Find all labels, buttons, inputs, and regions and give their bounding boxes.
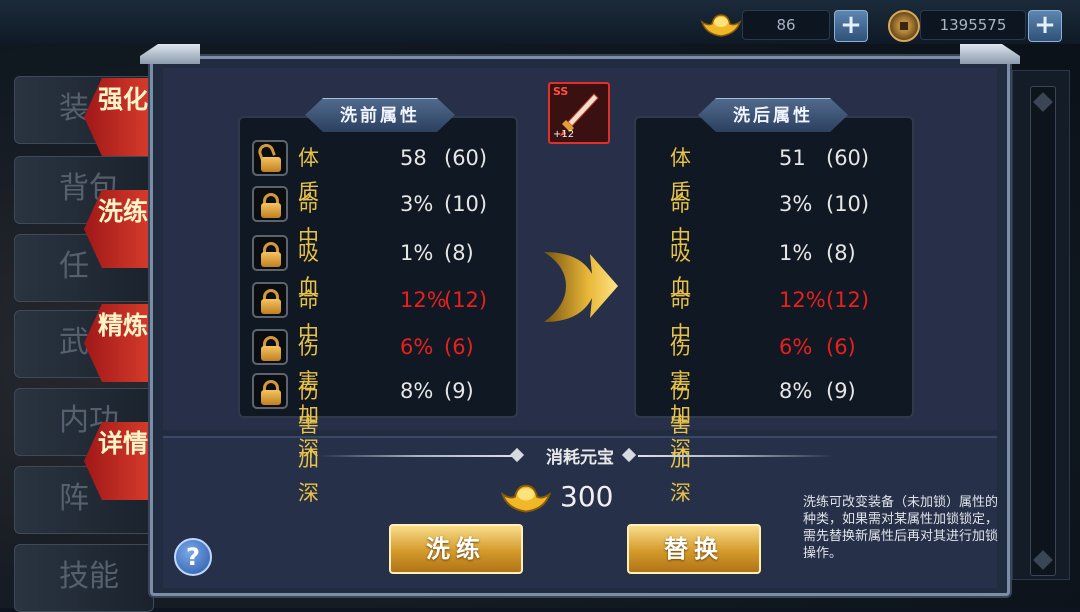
stat-cap: (10) [826, 192, 870, 216]
stat-value: 1% [400, 241, 434, 265]
cost-title: 消耗元宝 [546, 448, 614, 468]
plus-icon: + [1034, 10, 1056, 40]
tab-label: 洗练 [98, 197, 149, 226]
ingot-amount: 86 [742, 10, 830, 40]
gold-ingot-icon [700, 14, 742, 37]
cost-amount: 300 [560, 480, 614, 513]
scroll-up-icon[interactable] [1033, 92, 1053, 112]
stat-cap: (9) [826, 379, 856, 403]
replace-button[interactable]: 替换 [627, 524, 761, 574]
side-tab-label: 任 [59, 249, 89, 284]
plus-icon: + [840, 10, 862, 40]
stat-value: 58 [400, 146, 427, 170]
stat-cap: (9) [444, 379, 474, 403]
side-tab-label: 技能 [59, 559, 119, 594]
tab-label: 强化 [98, 85, 149, 114]
divider-left [318, 455, 514, 457]
gold-ingot-icon [500, 484, 552, 513]
stat-value: 6% [400, 335, 434, 359]
side-tab-skill[interactable]: 技能 [14, 544, 154, 612]
copper-coin-icon [888, 10, 920, 42]
lock-icon[interactable] [252, 373, 288, 409]
stat-value: 12% [400, 288, 447, 312]
stat-value: 3% [400, 192, 434, 216]
stat-value: 1% [779, 241, 813, 265]
lock-icon[interactable] [252, 282, 288, 318]
stat-cap: (10) [444, 192, 488, 216]
stat-value: 8% [779, 379, 813, 403]
lock-icon[interactable] [252, 235, 288, 271]
refine-button[interactable]: 洗练 [389, 524, 523, 574]
add-coin-button[interactable]: + [1028, 10, 1062, 42]
stat-name: 伤害加深 [670, 379, 691, 505]
stat-cap: (12) [444, 288, 488, 312]
stat-value: 12% [779, 288, 826, 312]
stat-cap: (60) [444, 146, 488, 170]
stat-value: 3% [779, 192, 813, 216]
equipment-level: +12 [553, 129, 575, 140]
before-stats-title: 洗前属性 [305, 98, 455, 132]
add-ingot-button[interactable]: + [834, 10, 868, 42]
scrollbar[interactable] [1030, 86, 1056, 576]
arrow-right-icon [544, 252, 618, 322]
divider-right [638, 455, 834, 457]
stat-cap: (8) [444, 241, 474, 265]
stat-value: 6% [779, 335, 813, 359]
tab-label: 详情 [98, 429, 149, 458]
scroll-down-icon[interactable] [1033, 550, 1053, 570]
stat-cap: (8) [826, 241, 856, 265]
stat-name: 伤害加深 [298, 379, 319, 505]
coin-amount: 1395575 [920, 10, 1026, 40]
help-button[interactable]: ? [174, 538, 212, 576]
stat-cap: (12) [826, 288, 870, 312]
side-tab-label: 装 [59, 91, 89, 126]
unlock-icon[interactable] [252, 140, 288, 176]
after-stats-title: 洗后属性 [698, 98, 848, 132]
stat-value: 8% [400, 379, 434, 403]
lock-icon[interactable] [252, 186, 288, 222]
side-tab-label: 阵 [59, 481, 89, 516]
help-icon: ? [186, 543, 200, 571]
equipment-slot[interactable]: SS +12 [548, 82, 610, 144]
lock-icon[interactable] [252, 329, 288, 365]
stat-value: 51 [779, 146, 806, 170]
stat-cap: (6) [826, 335, 856, 359]
refine-note: 洗练可改变装备（未加锁）属性的种类，如果需对某属性加锁锁定，需先替换新属性后再对… [803, 495, 999, 561]
tab-label: 精炼 [98, 311, 149, 340]
stat-cap: (6) [444, 335, 474, 359]
stat-cap: (60) [826, 146, 870, 170]
